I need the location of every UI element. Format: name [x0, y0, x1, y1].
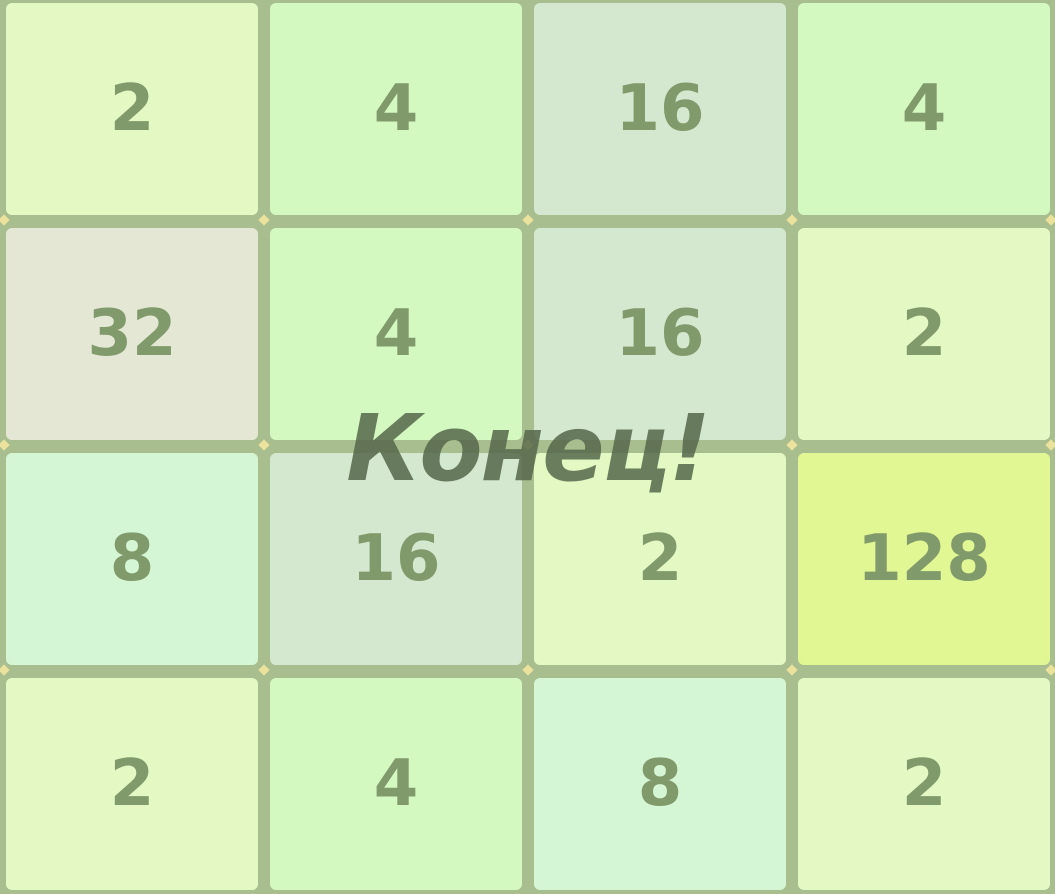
tile-r3-c4: 128: [798, 453, 1050, 665]
grid-sparkle: [1045, 664, 1055, 676]
grid-sparkle: [522, 664, 534, 676]
game-board[interactable]: 2 4 16 4 32 4 16 2 8 16 2 128 2 4 8 2: [0, 0, 1055, 894]
grid-sparkle: [258, 439, 270, 451]
tile-r3-c1: 8: [6, 453, 258, 665]
grid-sparkle: [1045, 439, 1055, 451]
grid-sparkle: [258, 214, 270, 226]
grid-sparkle: [786, 214, 798, 226]
tile-r4-c2: 4: [270, 678, 522, 890]
tile-r2-c3: 16: [534, 228, 786, 440]
tile-r4-c4: 2: [798, 678, 1050, 890]
tile-r2-c1: 32: [6, 228, 258, 440]
tile-r2-c4: 2: [798, 228, 1050, 440]
tile-r1-c2: 4: [270, 3, 522, 215]
grid-sparkle: [522, 214, 534, 226]
tile-r4-c1: 2: [6, 678, 258, 890]
tile-r4-c3: 8: [534, 678, 786, 890]
grid-sparkle: [0, 214, 10, 226]
tile-r1-c4: 4: [798, 3, 1050, 215]
grid-sparkle: [522, 439, 534, 451]
grid-sparkle: [786, 664, 798, 676]
tile-r2-c2: 4: [270, 228, 522, 440]
grid-sparkle: [1045, 214, 1055, 226]
grid-sparkle: [0, 439, 10, 451]
tile-r1-c3: 16: [534, 3, 786, 215]
tile-r3-c3: 2: [534, 453, 786, 665]
grid-sparkle: [786, 439, 798, 451]
grid-sparkle: [0, 664, 10, 676]
tile-r3-c2: 16: [270, 453, 522, 665]
tile-r1-c1: 2: [6, 3, 258, 215]
grid-sparkle: [258, 664, 270, 676]
